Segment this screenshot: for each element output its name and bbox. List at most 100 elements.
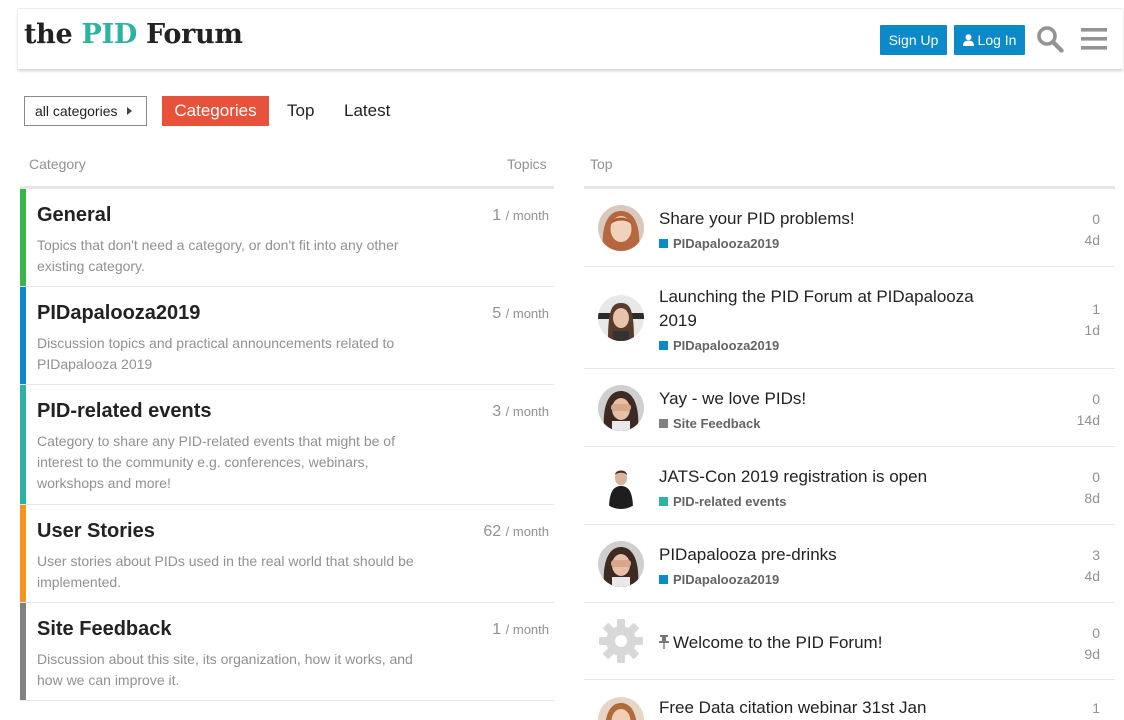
tab-label: Categories	[174, 101, 257, 120]
topic-activity[interactable]: 1d	[1084, 322, 1100, 338]
topic-title[interactable]: Share your PID problems!	[659, 207, 999, 231]
avatar-image	[598, 295, 644, 341]
column-header-category: Category	[29, 156, 86, 172]
topic-replies: 0	[1092, 469, 1100, 485]
topic-title[interactable]: Free Data citation webinar 31st Jan	[659, 696, 999, 720]
topic-title[interactable]: Welcome to the PID Forum!	[659, 631, 999, 655]
category-square-icon	[659, 497, 668, 506]
count-unit: / month	[505, 208, 549, 223]
sign-up-button[interactable]: Sign Up	[880, 25, 947, 55]
topic-replies: 0	[1092, 625, 1100, 641]
topic-category[interactable]: Site Feedback	[659, 416, 760, 431]
logo-prefix: the	[24, 19, 82, 50]
topic-category[interactable]: PID-related events	[659, 494, 786, 509]
avatar-image	[598, 697, 644, 720]
category-square-icon	[659, 341, 668, 350]
category-topic-count: 1 / month	[492, 621, 549, 639]
system-avatar[interactable]	[598, 618, 644, 664]
category-square-icon	[659, 419, 668, 428]
user-icon	[962, 34, 974, 46]
avatar-image	[598, 205, 644, 251]
category-topic-count: 62 / month	[483, 523, 549, 541]
user-avatar[interactable]	[598, 205, 644, 251]
topic-title[interactable]: JATS-Con 2019 registration is open	[659, 465, 999, 489]
category-row-site-feedback[interactable]: Site Feedback Discussion about this site…	[20, 603, 554, 701]
pin-icon	[659, 635, 669, 649]
search-icon[interactable]	[1036, 25, 1064, 53]
tab-latest[interactable]: Latest	[344, 96, 390, 126]
topic-category-label: PIDapalooza2019	[673, 338, 780, 353]
topic-row[interactable]: JATS-Con 2019 registration is open PID-r…	[584, 447, 1115, 525]
count-value: 1	[492, 621, 502, 638]
topic-row[interactable]: Welcome to the PID Forum! 0 9d	[584, 603, 1115, 680]
caret-right-icon	[126, 107, 132, 115]
avatar-image	[598, 463, 644, 509]
user-avatar[interactable]	[598, 295, 644, 341]
site-header: the PID Forum Sign Up Log In	[18, 8, 1123, 69]
user-avatar[interactable]	[598, 541, 644, 587]
count-value: 1	[492, 207, 502, 224]
category-color-bar	[20, 603, 26, 700]
category-row-pidapalooza2019[interactable]: PIDapalooza2019 Discussion topics and pr…	[20, 287, 554, 385]
category-description: User stories about PIDs used in the real…	[37, 553, 414, 590]
hamburger-menu-icon[interactable]	[1081, 27, 1107, 51]
topic-title[interactable]: Launching the PID Forum at PIDapalooza 2…	[659, 285, 999, 333]
topic-activity[interactable]: 14d	[1077, 412, 1100, 428]
topic-row[interactable]: Yay - we love PIDs! Site Feedback 0 14d	[584, 369, 1115, 447]
category-description: Topics that don't need a category, or do…	[37, 237, 399, 274]
topic-category[interactable]: PIDapalooza2019	[659, 236, 779, 251]
topic-replies: 1	[1092, 700, 1100, 716]
topic-title-text: Welcome to the PID Forum!	[673, 633, 883, 652]
category-row-user-stories[interactable]: User Stories User stories about PIDs use…	[20, 505, 554, 603]
site-logo[interactable]: the PID Forum	[24, 19, 243, 50]
topic-title[interactable]: PIDapalooza pre-drinks	[659, 543, 999, 567]
column-header-top: Top	[590, 156, 613, 172]
category-color-bar	[20, 189, 26, 286]
tab-categories[interactable]: Categories	[162, 96, 269, 126]
topic-replies: 0	[1092, 391, 1100, 407]
topic-replies: 1	[1092, 301, 1100, 317]
topic-row[interactable]: Share your PID problems! PIDapalooza2019…	[584, 189, 1115, 267]
category-name[interactable]: PIDapalooza2019	[37, 302, 200, 325]
topic-activity[interactable]: 4d	[1084, 232, 1100, 248]
count-value: 62	[483, 523, 502, 540]
count-unit: / month	[505, 524, 549, 539]
category-description: Category to share any PID-related events…	[37, 433, 395, 491]
topic-row[interactable]: Free Data citation webinar 31st Jan 1	[584, 680, 1115, 720]
category-dropdown[interactable]: all categories	[24, 96, 147, 126]
topic-title[interactable]: Yay - we love PIDs!	[659, 387, 999, 411]
count-unit: / month	[505, 404, 549, 419]
category-name[interactable]: General	[37, 204, 111, 227]
category-row-general[interactable]: General Topics that don't need a categor…	[20, 189, 554, 287]
topic-activity[interactable]: 9d	[1084, 646, 1100, 662]
user-avatar[interactable]	[598, 463, 644, 509]
topic-category[interactable]: PIDapalooza2019	[659, 572, 779, 587]
category-description: Discussion topics and practical announce…	[37, 335, 395, 372]
category-color-bar	[20, 505, 26, 602]
category-row-pid-related-events[interactable]: PID-related events Category to share any…	[20, 385, 554, 505]
log-in-button[interactable]: Log In	[954, 25, 1025, 55]
tab-top[interactable]: Top	[287, 96, 314, 126]
avatar-image	[598, 385, 644, 431]
category-name[interactable]: PID-related events	[37, 400, 212, 423]
user-avatar[interactable]	[598, 697, 644, 720]
topic-category-label: PIDapalooza2019	[673, 572, 780, 587]
category-description: Discussion about this site, its organiza…	[37, 651, 413, 688]
category-name[interactable]: User Stories	[37, 520, 155, 543]
category-topic-count: 1 / month	[492, 207, 549, 225]
tab-label: Latest	[344, 101, 391, 120]
logo-suffix: Forum	[136, 19, 243, 50]
category-topic-count: 5 / month	[492, 305, 549, 323]
topic-activity[interactable]: 4d	[1084, 568, 1100, 584]
topic-row[interactable]: PIDapalooza pre-drinks PIDapalooza2019 3…	[584, 525, 1115, 603]
category-color-bar	[20, 287, 26, 384]
category-topic-count: 3 / month	[492, 403, 549, 421]
category-list: General Topics that don't need a categor…	[20, 186, 554, 701]
user-avatar[interactable]	[598, 385, 644, 431]
topic-category[interactable]: PIDapalooza2019	[659, 338, 779, 353]
topic-activity[interactable]: 8d	[1084, 490, 1100, 506]
topic-replies: 3	[1092, 547, 1100, 563]
topic-row[interactable]: Launching the PID Forum at PIDapalooza 2…	[584, 267, 1115, 369]
category-square-icon	[659, 575, 668, 584]
category-name[interactable]: Site Feedback	[37, 618, 172, 641]
